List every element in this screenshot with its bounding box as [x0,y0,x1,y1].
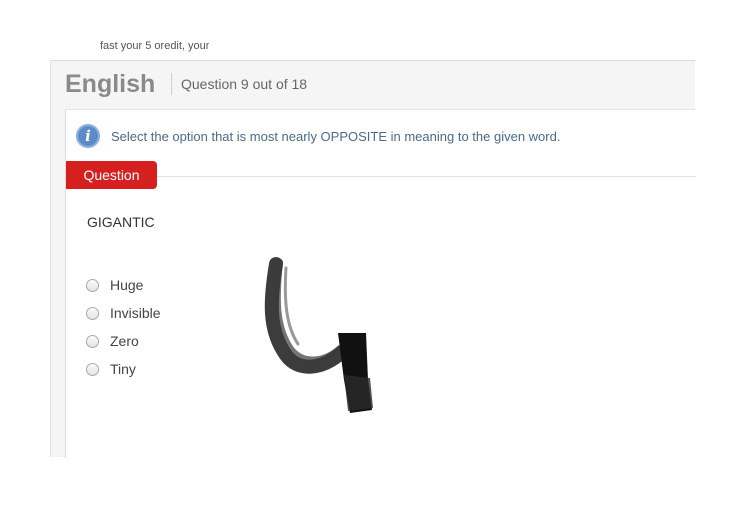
handwritten-scribble [264,257,373,413]
